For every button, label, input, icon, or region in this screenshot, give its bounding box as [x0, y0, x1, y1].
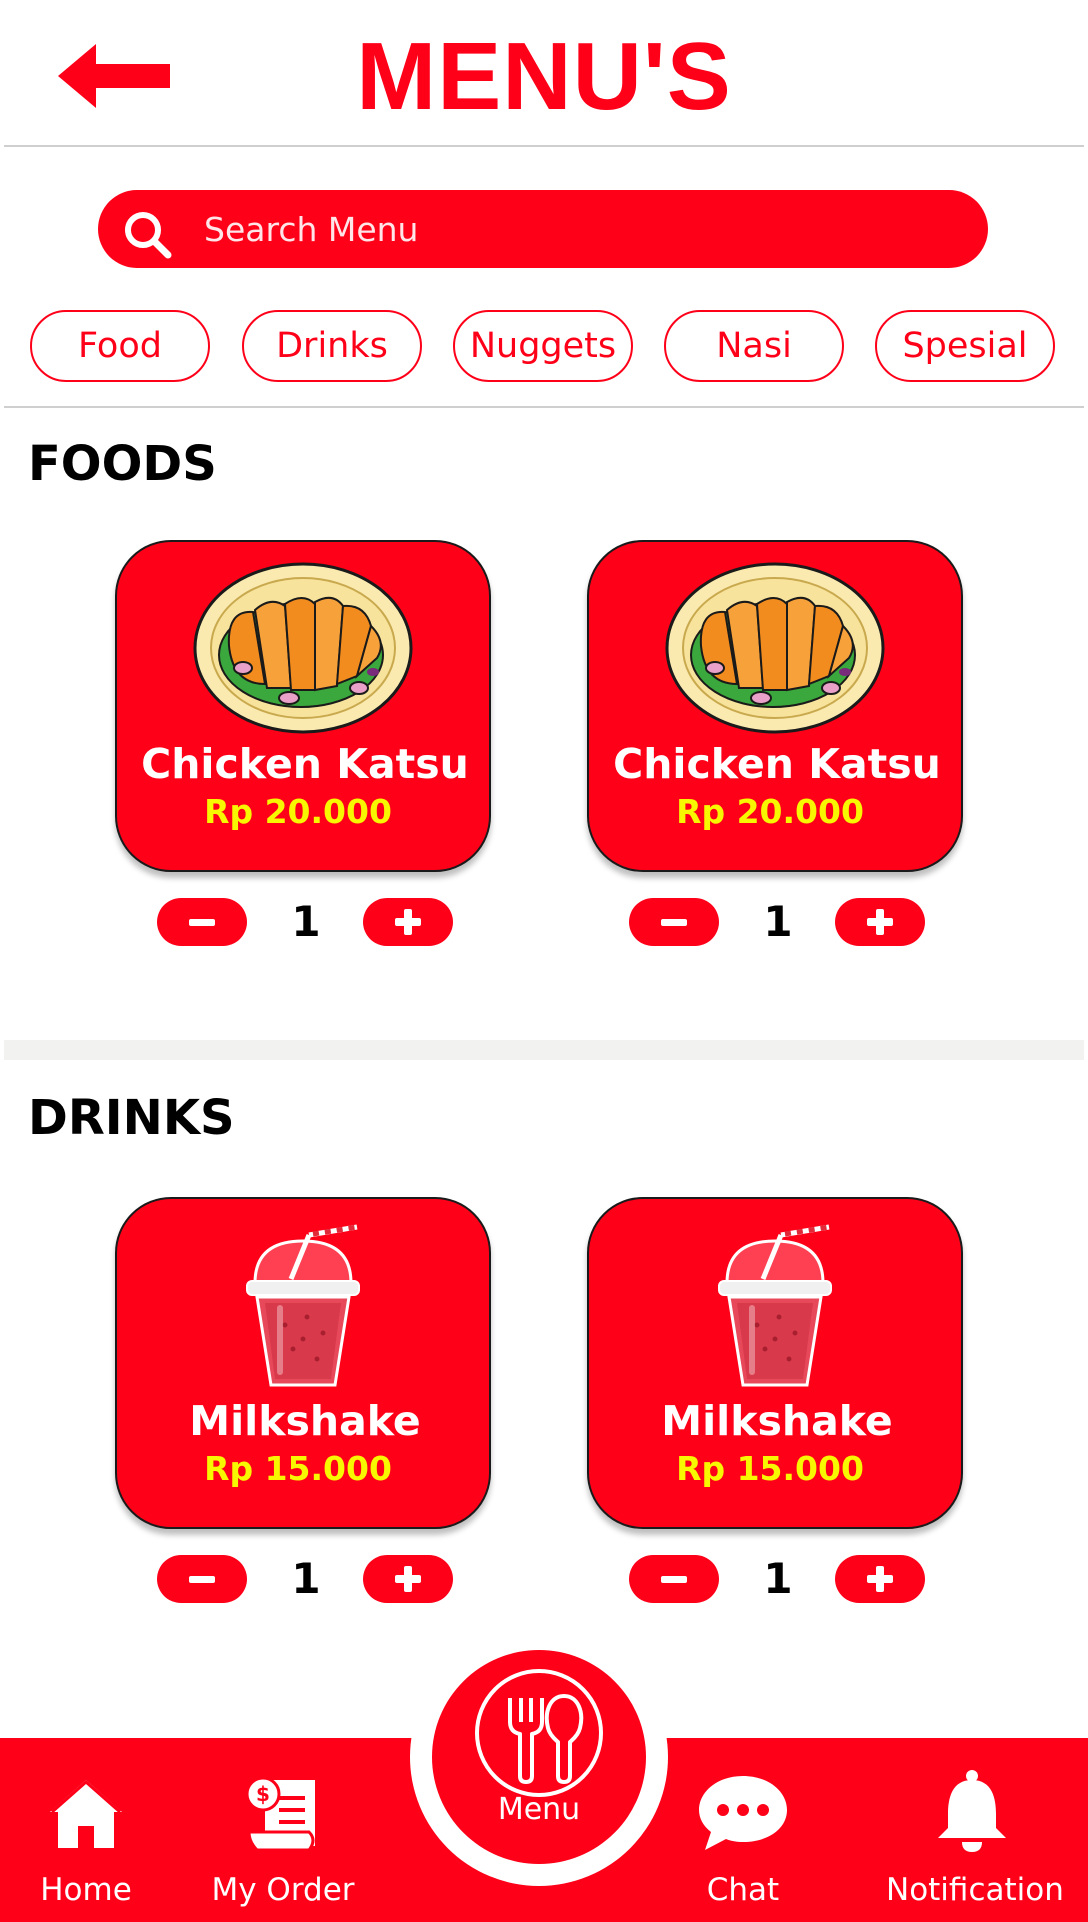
nav-my-order[interactable]: $ My Order [208, 1738, 358, 1922]
quantity-stepper: 1 [157, 898, 455, 946]
decrease-button[interactable] [157, 898, 247, 946]
category-chip-drinks[interactable]: Drinks [242, 310, 422, 382]
menu-card-drink-1[interactable]: Milkshake Rp 15.000 [115, 1197, 491, 1529]
chat-icon [699, 1776, 787, 1850]
quantity-stepper: 1 [157, 1555, 455, 1603]
nav-notification[interactable]: Notification [886, 1738, 1064, 1922]
menu-item-price: Rp 20.000 [204, 792, 392, 831]
plus-icon [867, 909, 893, 935]
plus-icon [395, 1566, 421, 1592]
chicken-katsu-plate-icon [665, 562, 885, 734]
quantity-stepper: 1 [629, 1555, 927, 1603]
quantity-stepper: 1 [629, 898, 927, 946]
minus-icon [661, 1575, 687, 1583]
milkshake-cup-icon [718, 1224, 832, 1387]
search-icon [125, 212, 172, 259]
home-icon [50, 1779, 122, 1848]
decrease-button[interactable] [629, 1555, 719, 1603]
increase-button[interactable] [835, 1555, 925, 1603]
quantity-value: 1 [763, 1554, 793, 1603]
milkshake-cup-icon [246, 1224, 360, 1387]
quantity-value: 1 [291, 1554, 321, 1603]
minus-icon [189, 918, 215, 926]
header: MENU'S [0, 0, 1088, 146]
menu-item-name: Milkshake [661, 1397, 893, 1445]
section-divider [4, 1040, 1084, 1060]
category-chip-nuggets[interactable]: Nuggets [453, 310, 633, 382]
menu-item-name: Chicken Katsu [613, 740, 941, 788]
fork-spoon-icon [475, 1669, 603, 1797]
menu-card-food-2[interactable]: Chicken Katsu Rp 20.000 [587, 540, 963, 872]
minus-icon [189, 1575, 215, 1583]
nav-chat[interactable]: Chat [688, 1738, 798, 1922]
menu-item-name: Chicken Katsu [141, 740, 469, 788]
category-filter: Food Drinks Nuggets Nasi Spesial [30, 310, 1060, 382]
increase-button[interactable] [363, 898, 453, 946]
filter-divider [4, 406, 1084, 408]
page-title: MENU'S [356, 23, 732, 130]
decrease-button[interactable] [157, 1555, 247, 1603]
receipt-icon: $ [245, 1776, 315, 1852]
bell-icon [938, 1770, 1006, 1852]
category-chip-nasi[interactable]: Nasi [664, 310, 844, 382]
quantity-value: 1 [291, 897, 321, 946]
header-divider [4, 145, 1084, 147]
chicken-katsu-plate-icon [193, 562, 413, 734]
svg-text:$: $ [256, 1782, 270, 1806]
nav-menu[interactable]: Menu [432, 1650, 646, 1864]
plus-icon [867, 1566, 893, 1592]
category-chip-spesial[interactable]: Spesial [875, 310, 1055, 382]
nav-home[interactable]: Home [28, 1738, 144, 1922]
menu-card-drink-2[interactable]: Milkshake Rp 15.000 [587, 1197, 963, 1529]
menu-item-price: Rp 15.000 [204, 1449, 392, 1488]
increase-button[interactable] [363, 1555, 453, 1603]
menu-card-food-1[interactable]: Chicken Katsu Rp 20.000 [115, 540, 491, 872]
nav-label: Home [40, 1872, 132, 1908]
minus-icon [661, 918, 687, 926]
nav-label: Notification [886, 1872, 1064, 1908]
plus-icon [395, 909, 421, 935]
quantity-value: 1 [763, 897, 793, 946]
section-title-foods: FOODS [28, 436, 217, 492]
menu-item-price: Rp 15.000 [676, 1449, 864, 1488]
decrease-button[interactable] [629, 898, 719, 946]
search-bar[interactable] [98, 190, 988, 268]
menu-item-price: Rp 20.000 [676, 792, 864, 831]
search-input[interactable] [204, 190, 964, 268]
nav-label: My Order [211, 1872, 355, 1908]
increase-button[interactable] [835, 898, 925, 946]
menu-item-name: Milkshake [189, 1397, 421, 1445]
nav-label: Chat [706, 1872, 780, 1908]
section-title-drinks: DRINKS [28, 1090, 235, 1146]
category-chip-food[interactable]: Food [30, 310, 210, 382]
nav-label: Menu [497, 1792, 581, 1827]
